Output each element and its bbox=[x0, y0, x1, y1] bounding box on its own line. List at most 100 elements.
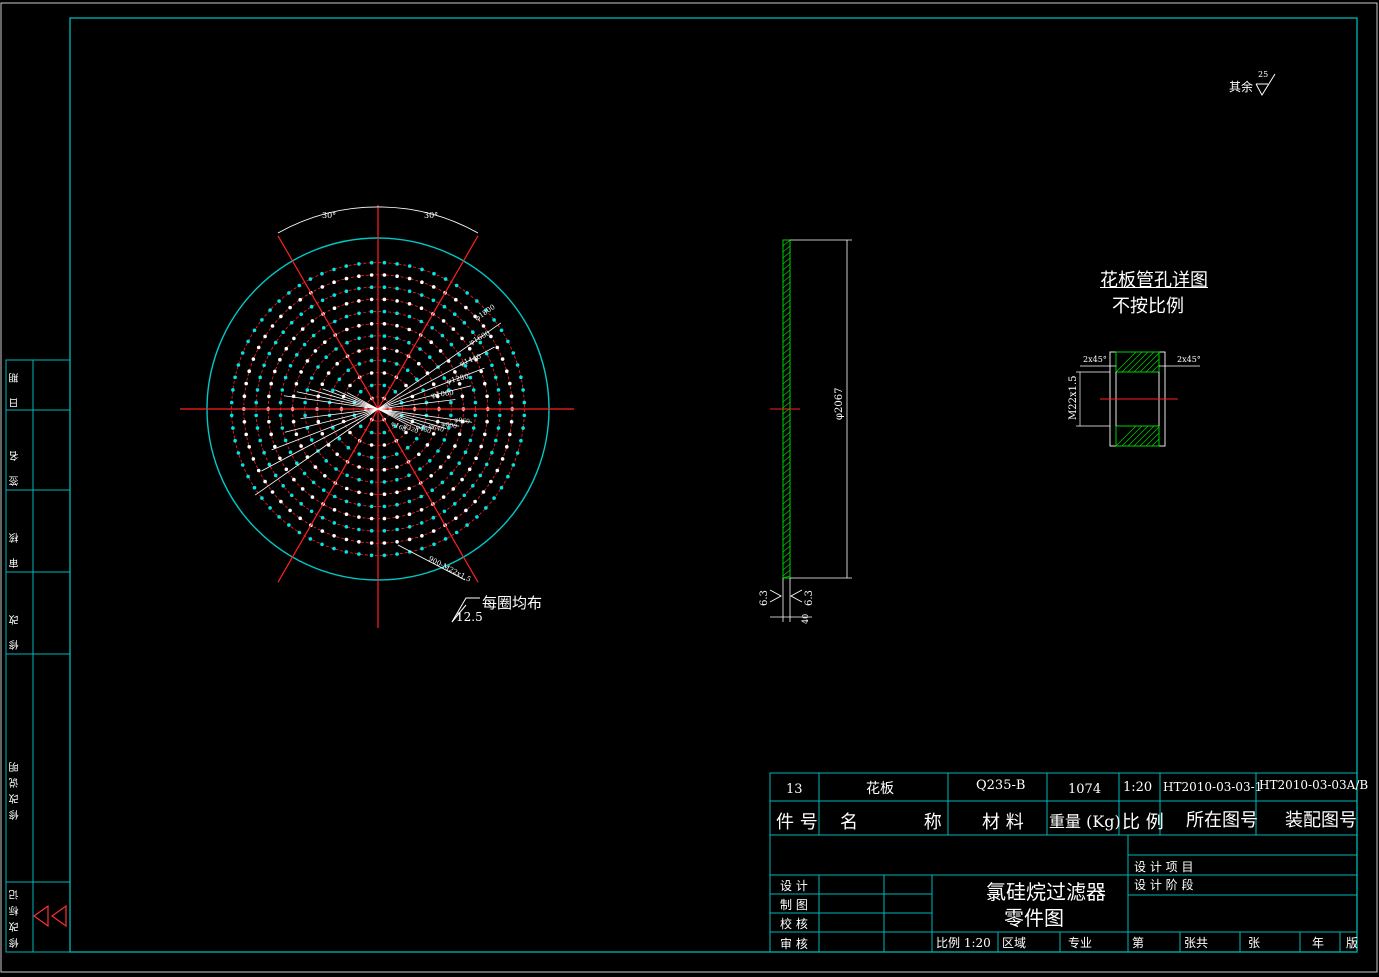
tube-hole bbox=[231, 426, 235, 430]
tube-hole bbox=[519, 375, 523, 380]
tube-hole bbox=[279, 314, 283, 319]
tube-hole bbox=[357, 477, 361, 482]
tube-hole bbox=[348, 383, 352, 388]
tube-hole bbox=[419, 508, 424, 512]
tube-hole bbox=[481, 324, 486, 328]
tube-hole bbox=[407, 264, 412, 268]
tube-hole bbox=[496, 426, 501, 430]
tube-hole bbox=[344, 302, 349, 306]
tube-hole bbox=[369, 297, 374, 302]
section-hatch bbox=[782, 335, 791, 343]
tube-hole bbox=[420, 534, 424, 538]
section-hatch bbox=[782, 437, 791, 445]
tube-hole bbox=[494, 375, 498, 380]
detail-hatch bbox=[1145, 358, 1160, 373]
tube-hole bbox=[369, 541, 374, 545]
tube-hole bbox=[288, 508, 292, 513]
tube-hole bbox=[331, 388, 335, 393]
tube-hole bbox=[283, 438, 288, 443]
tube-hole bbox=[357, 540, 361, 544]
tube-hole bbox=[382, 260, 387, 265]
tube-hole bbox=[430, 326, 435, 330]
tube-hole bbox=[337, 377, 342, 382]
tb-part-no: 13 bbox=[786, 782, 803, 797]
tube-hole bbox=[509, 394, 514, 399]
tube-hole bbox=[369, 358, 374, 363]
section-hatch bbox=[782, 449, 791, 457]
detail-hatch bbox=[1151, 438, 1160, 447]
tube-hole bbox=[471, 388, 476, 392]
section-hatch bbox=[782, 251, 791, 259]
diameter-leader bbox=[271, 408, 379, 451]
tube-hole bbox=[369, 504, 374, 509]
tube-hole bbox=[233, 375, 237, 380]
tube-hole bbox=[485, 419, 489, 424]
tube-hole bbox=[302, 342, 307, 347]
tube-hole bbox=[473, 499, 477, 504]
tb-hdr-assembly-no: 装配图号 bbox=[1285, 810, 1357, 831]
detail-subtitle: 不按比例 bbox=[1112, 296, 1184, 317]
tb-review: 审 核 bbox=[780, 937, 808, 951]
tube-hole bbox=[335, 452, 340, 457]
tube-hole bbox=[247, 445, 251, 449]
tube-hole bbox=[357, 311, 361, 316]
tube-hole bbox=[382, 334, 387, 338]
tube-hole bbox=[278, 357, 282, 362]
tube-hole bbox=[298, 516, 303, 521]
tube-hole bbox=[262, 363, 266, 368]
tube-hole bbox=[441, 495, 446, 499]
tube-hole bbox=[449, 342, 454, 347]
tube-hole bbox=[405, 368, 410, 373]
tube-hole bbox=[273, 473, 278, 478]
tube-hole bbox=[395, 465, 399, 469]
tube-hole bbox=[498, 413, 502, 418]
section-hatch bbox=[782, 365, 791, 373]
tube-hole bbox=[251, 457, 256, 461]
tube-sheet-top-view: 30° 30°φ1800φ1600φ1440φ1280φ1060φ960φ800φ… bbox=[180, 205, 574, 628]
tube-hole bbox=[357, 362, 362, 366]
tube-hole bbox=[407, 276, 412, 281]
tube-hole bbox=[369, 334, 374, 338]
tube-hole bbox=[246, 339, 250, 344]
tb-scale: 1:20 bbox=[1123, 780, 1153, 795]
tube-hole bbox=[369, 346, 374, 351]
tube-hole bbox=[407, 314, 412, 319]
tube-hole bbox=[236, 451, 241, 455]
revision-marks bbox=[32, 904, 67, 928]
tube-hole bbox=[395, 262, 399, 266]
tb-assembly-no: HT2010-03-03A/B bbox=[1259, 778, 1369, 792]
tube-hole bbox=[460, 394, 465, 399]
tube-hole bbox=[473, 400, 478, 405]
detail-hatch bbox=[1133, 351, 1155, 373]
tube-hole bbox=[431, 515, 436, 520]
tube-hole bbox=[345, 473, 349, 478]
tube-hole bbox=[345, 486, 349, 491]
surface-note-prefix: 其余 bbox=[1229, 80, 1254, 94]
tube-hole bbox=[332, 508, 337, 512]
tube-hole bbox=[382, 285, 387, 290]
tube-hole bbox=[303, 400, 307, 405]
section-hatch bbox=[782, 347, 791, 355]
tube-hole bbox=[407, 289, 412, 294]
strip-label-sign: 签 名 bbox=[10, 444, 21, 486]
tube-hole bbox=[316, 419, 321, 424]
tube-hole bbox=[369, 553, 374, 558]
tube-hole bbox=[357, 286, 361, 291]
tube-hole bbox=[326, 371, 331, 375]
tube-hole bbox=[419, 319, 424, 324]
tube-hole bbox=[263, 334, 267, 339]
tube-hole bbox=[457, 461, 462, 466]
tube-hole bbox=[357, 502, 361, 507]
tube-hole bbox=[320, 529, 325, 533]
tube-hole bbox=[323, 474, 327, 478]
tube-hole bbox=[369, 516, 374, 521]
tube-hole bbox=[498, 400, 502, 405]
tube-hole bbox=[320, 271, 324, 276]
tube-hole bbox=[344, 314, 349, 319]
tube-hole bbox=[346, 368, 351, 373]
tb-hdr-name: 名 称 bbox=[840, 812, 972, 833]
tube-hole bbox=[522, 400, 527, 405]
tube-hole bbox=[475, 515, 479, 519]
tube-hole bbox=[240, 463, 245, 467]
tube-hole bbox=[357, 262, 361, 266]
